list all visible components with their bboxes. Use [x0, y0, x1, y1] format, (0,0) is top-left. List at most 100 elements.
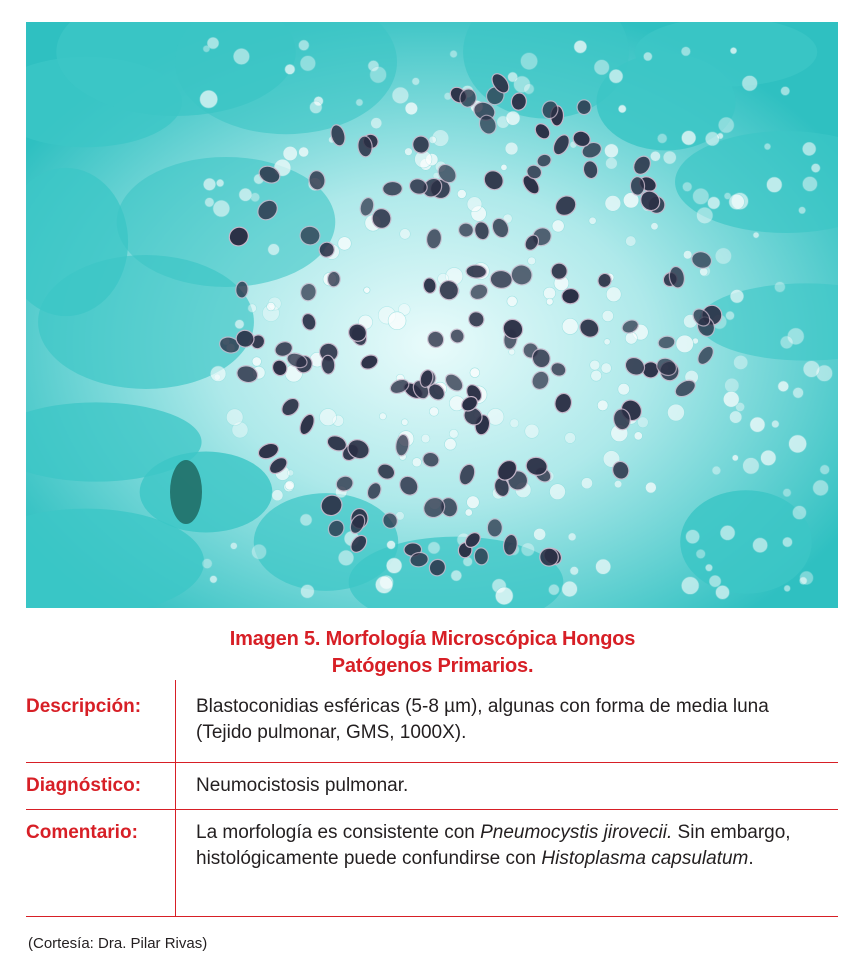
comment-text-a: La morfología es consistente con — [196, 822, 481, 843]
foam-bubble — [711, 465, 722, 476]
micrograph-image — [26, 22, 838, 608]
foam-bubble — [719, 525, 736, 541]
foam-bubble — [338, 549, 355, 566]
micrograph-illustration — [26, 22, 838, 608]
foam-bubble — [675, 334, 694, 353]
foam-bubble — [469, 367, 480, 378]
foam-bubble — [724, 377, 740, 393]
foam-bubble — [729, 289, 745, 304]
foam-bubble — [466, 495, 480, 509]
foam-bubble — [618, 104, 627, 114]
foam-bubble — [683, 250, 693, 260]
row-diagnosis: Diagnóstico: Neumocistosis pulmonar. — [26, 763, 838, 810]
foam-bubble — [233, 48, 250, 65]
foam-bubble — [685, 529, 700, 544]
foam-bubble — [370, 117, 383, 130]
foam-bubble — [404, 101, 418, 116]
foam-bubble — [589, 359, 601, 371]
description-line-2: (Tejido pulmonar, GMS, 1000X). — [196, 722, 467, 743]
foam-bubble — [733, 354, 749, 370]
foam-bubble — [601, 309, 614, 322]
foam-bubble — [230, 542, 238, 550]
foam-bubble — [428, 135, 437, 144]
foam-bubble — [705, 563, 713, 572]
foam-bubble — [226, 408, 244, 426]
row-text-diagnosis: Neumocistosis pulmonar. — [196, 775, 409, 796]
fungal-cyst — [465, 264, 487, 279]
foam-bubble — [567, 532, 577, 542]
foam-bubble — [505, 110, 521, 126]
foam-bubble — [605, 157, 618, 170]
foam-bubble — [782, 488, 792, 498]
foam-bubble — [662, 150, 677, 165]
foam-bubble — [551, 219, 565, 233]
foam-bubble — [600, 362, 612, 374]
foam-bubble — [204, 197, 215, 208]
foam-bubble — [729, 410, 743, 424]
foam-bubble — [681, 130, 697, 146]
foam-bubble — [741, 75, 758, 92]
foam-bubble — [564, 432, 576, 444]
foam-bubble — [617, 382, 630, 396]
foam-bubble — [707, 196, 721, 210]
foam-bubble — [763, 143, 772, 151]
comment-text-c: . — [748, 848, 754, 869]
row-comment: Comentario: La morfología es consistente… — [26, 810, 838, 917]
foam-bubble — [802, 176, 818, 192]
foam-bubble — [624, 331, 638, 345]
description-line-1: Blastoconidias esféricas (5-8 µm), algun… — [196, 696, 769, 717]
foam-bubble — [533, 527, 546, 541]
foam-bubble — [427, 541, 441, 555]
foam-bubble — [810, 163, 821, 173]
foam-bubble — [509, 418, 520, 429]
foam-bubble — [782, 536, 793, 548]
foam-bubble — [495, 586, 514, 605]
foam-bubble — [527, 256, 536, 266]
foam-bubble — [464, 508, 473, 517]
foam-bubble — [202, 45, 211, 53]
fungal-cyst — [382, 180, 403, 197]
foam-bubble — [386, 540, 396, 550]
foam-bubble — [251, 356, 262, 367]
foam-bubble — [379, 412, 387, 421]
foam-bubble — [401, 418, 409, 426]
foam-bubble — [604, 143, 619, 159]
foam-bubble — [520, 52, 538, 70]
foam-bubble — [595, 558, 612, 575]
row-label-comment: Comentario: — [26, 810, 176, 916]
image-credit: (Cortesía: Dra. Pilar Rivas) — [28, 935, 208, 952]
figure-caption: Imagen 5. Morfología Microscópica Hongos… — [0, 626, 865, 680]
foam-bubble — [444, 438, 457, 451]
foam-bubble — [284, 480, 295, 491]
foam-bubble — [729, 47, 738, 55]
foam-bubble — [300, 584, 315, 599]
comment-species-2: Histoplasma capsulatum — [541, 848, 749, 869]
foam-bubble — [573, 40, 587, 54]
foam-bubble — [696, 207, 714, 224]
row-label-description: Descripción: — [26, 680, 176, 762]
foam-bubble — [718, 116, 735, 134]
foam-bubble — [692, 188, 710, 205]
foam-bubble — [210, 365, 227, 382]
foam-bubble — [399, 228, 411, 240]
fungal-cyst — [486, 518, 503, 538]
foam-bubble — [238, 187, 253, 202]
foam-bubble — [650, 222, 659, 231]
foam-bubble — [708, 574, 722, 588]
foam-bubble — [504, 141, 519, 156]
foam-bubble — [593, 59, 610, 76]
foam-bubble — [561, 580, 578, 598]
foam-bubble — [613, 480, 623, 489]
foam-bubble — [766, 176, 783, 193]
foam-bubble — [523, 83, 535, 95]
foam-bubble — [287, 469, 294, 477]
foam-bubble — [605, 286, 622, 303]
foam-bubble — [645, 481, 657, 494]
foam-bubble — [199, 90, 218, 109]
foam-bubble — [742, 457, 760, 475]
foam-bubble — [771, 419, 780, 429]
foam-bubble — [705, 131, 720, 147]
foam-bubble — [549, 483, 566, 500]
fungal-cyst — [235, 280, 249, 299]
foam-bubble — [777, 380, 789, 393]
